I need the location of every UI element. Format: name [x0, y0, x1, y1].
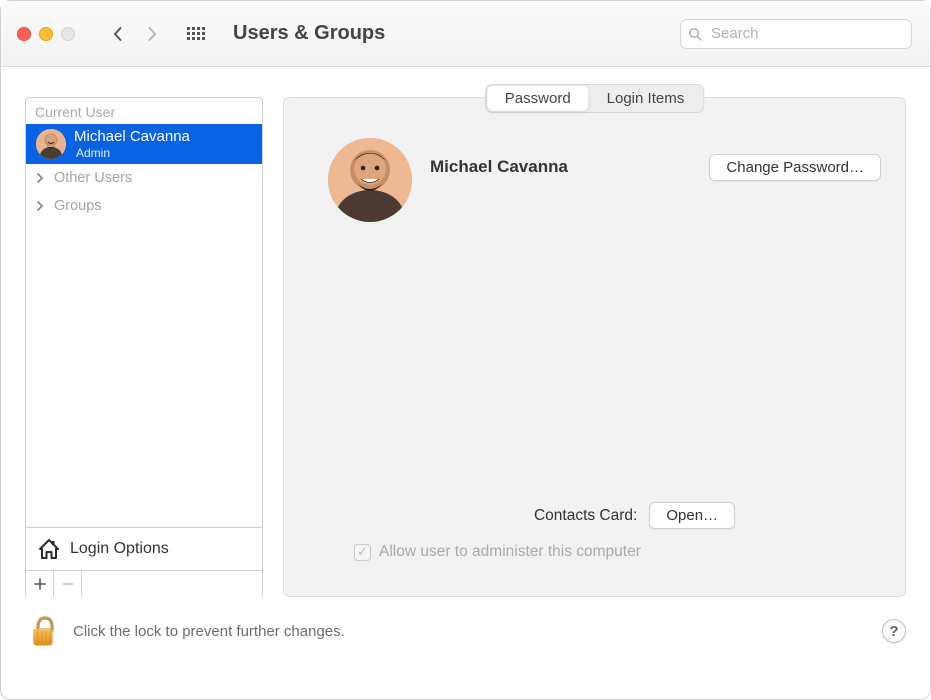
- users-sidebar: Current User Michael Cavanna Admin: [25, 97, 263, 597]
- sidebar-current-user[interactable]: Michael Cavanna Admin: [26, 124, 262, 164]
- add-remove-bar: [26, 570, 262, 597]
- window-controls: [17, 27, 75, 41]
- lock-icon[interactable]: [29, 613, 59, 649]
- user-avatar[interactable]: [328, 138, 412, 222]
- search-input[interactable]: [680, 19, 912, 49]
- show-all-prefs-button[interactable]: [185, 23, 207, 45]
- current-user-role: Admin: [74, 146, 190, 160]
- sidebar-item-other-users[interactable]: Other Users: [26, 164, 262, 192]
- open-contacts-button[interactable]: Open…: [649, 502, 735, 529]
- chevron-right-icon: [146, 26, 158, 42]
- change-password-button[interactable]: Change Password…: [709, 154, 881, 181]
- tab-login-items[interactable]: Login Items: [589, 86, 703, 111]
- sidebar-item-label: Other Users: [54, 170, 132, 186]
- lock-text: Click the lock to prevent further change…: [73, 623, 868, 640]
- current-user-info: Michael Cavanna Admin: [74, 128, 190, 160]
- help-button[interactable]: ?: [882, 619, 906, 643]
- sidebar-item-groups[interactable]: Groups: [26, 192, 262, 220]
- current-user-header: Current User: [26, 98, 262, 124]
- forward-button: [135, 20, 169, 48]
- nav-buttons: [101, 20, 169, 48]
- remove-user-button: [54, 571, 82, 597]
- current-user-name: Michael Cavanna: [74, 128, 190, 146]
- login-options-button[interactable]: Login Options: [26, 528, 262, 570]
- contacts-card-label: Contacts Card:: [534, 507, 637, 525]
- back-button[interactable]: [101, 20, 135, 48]
- tab-bar: Password Login Items: [485, 84, 704, 113]
- search-field-wrap: [680, 19, 912, 49]
- login-options-label: Login Options: [70, 540, 169, 558]
- window-title: Users & Groups: [233, 22, 385, 45]
- search-icon: [688, 27, 702, 41]
- house-icon: [36, 536, 62, 562]
- lock-bar: Click the lock to prevent further change…: [1, 597, 930, 667]
- plus-icon: [34, 578, 46, 590]
- admin-checkbox-label: Allow user to administer this computer: [379, 543, 641, 561]
- admin-checkbox-row: ✓ Allow user to administer this computer: [308, 543, 881, 561]
- minimize-window-button[interactable]: [39, 27, 53, 41]
- sidebar-item-label: Groups: [54, 198, 102, 214]
- user-display-name: Michael Cavanna: [430, 157, 691, 177]
- add-user-button[interactable]: [26, 571, 54, 597]
- window-toolbar: Users & Groups: [1, 1, 930, 67]
- admin-checkbox: ✓: [354, 544, 371, 561]
- chevron-right-icon: [36, 201, 48, 211]
- chevron-left-icon: [112, 26, 124, 42]
- avatar: [36, 129, 66, 159]
- minus-icon: [62, 578, 74, 590]
- user-detail-panel: Password Login Items Michael Cavann: [283, 97, 906, 597]
- close-window-button[interactable]: [17, 27, 31, 41]
- zoom-window-button: [61, 27, 75, 41]
- tab-password[interactable]: Password: [487, 86, 589, 111]
- chevron-right-icon: [36, 173, 48, 183]
- checkmark-icon: ✓: [357, 544, 368, 560]
